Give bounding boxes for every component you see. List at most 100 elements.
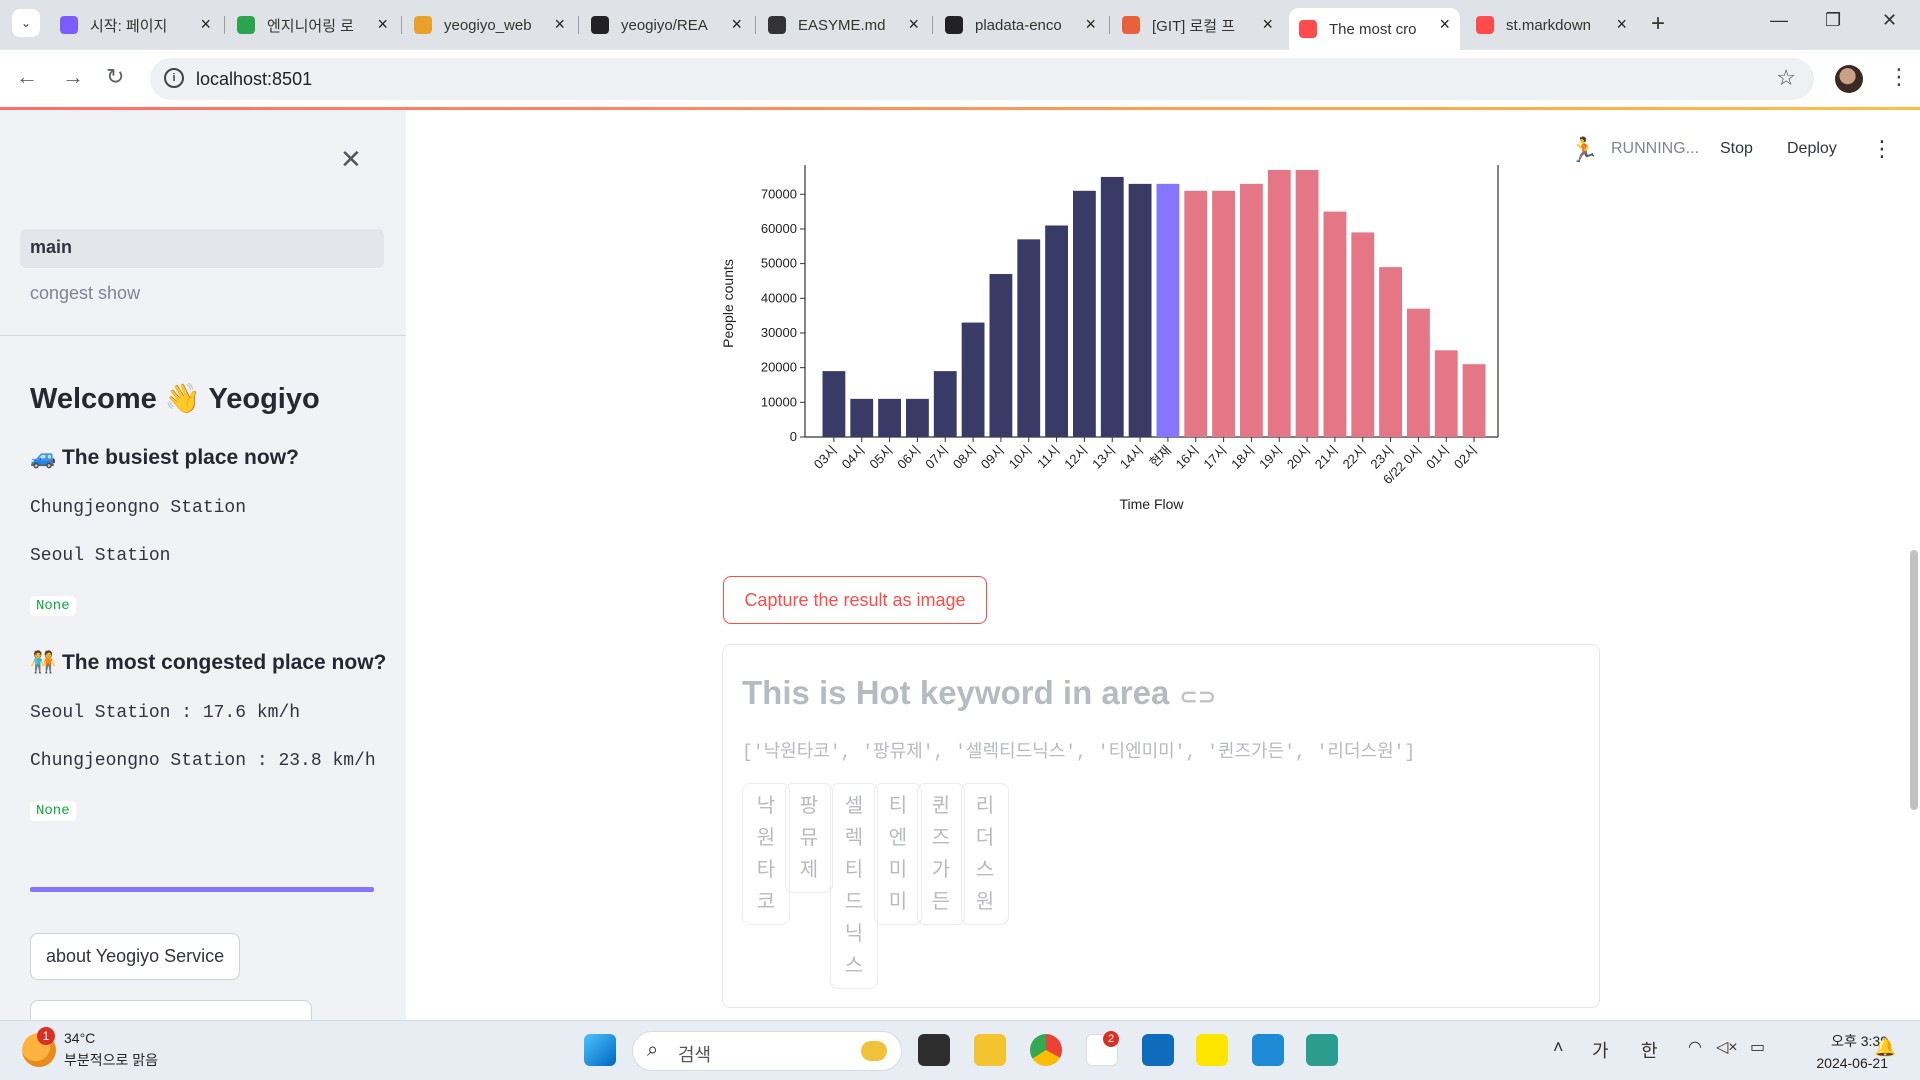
url-text[interactable]: localhost:8501 bbox=[196, 69, 312, 90]
tab-close-icon[interactable]: × bbox=[1085, 14, 1096, 35]
reload-icon[interactable]: ↻ bbox=[106, 64, 124, 90]
browser-tab[interactable]: The most cro × bbox=[1289, 8, 1460, 50]
x-tick-label: 02시 bbox=[1451, 443, 1480, 472]
anchor-link-icon[interactable]: ⊂⊃ bbox=[1179, 684, 1216, 709]
tab-favicon-icon bbox=[945, 16, 963, 34]
bar-03시 bbox=[822, 371, 846, 437]
tab-separator bbox=[401, 16, 402, 34]
bar-14시 bbox=[1128, 183, 1152, 437]
browser-tab[interactable]: pladata-enco × bbox=[935, 8, 1106, 42]
minimize-icon[interactable]: — bbox=[1770, 10, 1788, 31]
task-view-icon[interactable] bbox=[918, 1034, 950, 1066]
browser-tab[interactable]: yeogiyo_web × bbox=[404, 8, 575, 42]
tab-close-icon[interactable]: × bbox=[554, 14, 565, 35]
capture-image-button[interactable]: Capture the result as image bbox=[723, 576, 987, 624]
windows-start-icon[interactable] bbox=[584, 1034, 616, 1066]
bar-01시 bbox=[1434, 350, 1458, 437]
keyword-char: 리 bbox=[975, 795, 995, 817]
close-window-icon[interactable]: ✕ bbox=[1882, 10, 1897, 31]
profile-avatar[interactable] bbox=[1835, 65, 1863, 93]
notepad-icon[interactable] bbox=[1306, 1034, 1338, 1066]
people-count-chart: 01000020000300004000050000600007000003시0… bbox=[720, 165, 1499, 510]
tab-close-icon[interactable]: × bbox=[377, 14, 388, 35]
tab-close-icon[interactable]: × bbox=[731, 14, 742, 35]
browser-tab[interactable]: yeogiyo/REA × bbox=[581, 8, 752, 42]
chrome-icon[interactable] bbox=[1030, 1034, 1062, 1066]
file-explorer-icon[interactable] bbox=[974, 1034, 1006, 1066]
about-service-button[interactable]: about Yeogiyo Service bbox=[30, 933, 241, 980]
tab-close-icon[interactable]: × bbox=[1262, 14, 1273, 35]
y-tick-label: 70000 bbox=[761, 186, 797, 201]
ime-mode[interactable]: 가 bbox=[1592, 1037, 1609, 1063]
address-bar[interactable]: i localhost:8501 ☆ bbox=[150, 58, 1814, 100]
bookmark-star-icon[interactable]: ☆ bbox=[1776, 65, 1796, 91]
bar-06시 bbox=[906, 398, 929, 437]
forward-icon[interactable]: → bbox=[62, 64, 84, 90]
tab-close-icon[interactable]: × bbox=[1439, 14, 1450, 35]
battery-icon[interactable]: ▭ bbox=[1750, 1037, 1765, 1057]
busiest-item: Seoul Station bbox=[30, 546, 171, 566]
deploy-button[interactable]: Deploy bbox=[1787, 140, 1837, 158]
keyword-char: 팡 bbox=[799, 795, 819, 817]
keyword-char: 미 bbox=[888, 859, 908, 881]
nav-item-main[interactable]: main bbox=[20, 229, 384, 268]
bar-18시 bbox=[1240, 183, 1263, 437]
weather-temp[interactable]: 34°C bbox=[64, 1030, 95, 1046]
bar-08시 bbox=[961, 322, 985, 437]
y-tick-label: 0 bbox=[790, 429, 797, 444]
main-scrollbar[interactable] bbox=[1910, 550, 1918, 810]
stop-button[interactable]: Stop bbox=[1720, 140, 1753, 158]
weather-desc[interactable]: 부분적으로 맑음 bbox=[64, 1050, 158, 1070]
notification-bell-icon[interactable]: 🔔 bbox=[1874, 1037, 1896, 1058]
ime-language[interactable]: 한 bbox=[1641, 1037, 1658, 1063]
keyword-chip: 퀸즈가든 bbox=[917, 783, 965, 925]
restore-icon[interactable]: ❐ bbox=[1825, 10, 1841, 31]
browser-menu-icon[interactable]: ⋮ bbox=[1888, 64, 1910, 90]
x-tick-label: 22시 bbox=[1340, 443, 1369, 472]
sidebar-divider bbox=[0, 335, 406, 336]
bar-05시 bbox=[878, 398, 901, 437]
taskbar-clock[interactable]: 오후 3:39 2024-06-21 bbox=[1786, 1031, 1888, 1071]
wifi-icon[interactable]: ◠ bbox=[1688, 1037, 1702, 1057]
congested-heading: 🧑‍🤝‍🧑 The most congested place now? bbox=[30, 651, 387, 674]
keyword-char: 스 bbox=[844, 955, 864, 977]
sidebar-divider-purple bbox=[30, 887, 374, 892]
keyword-char: 퀸 bbox=[931, 795, 951, 817]
nav-item-congest-show[interactable]: congest show bbox=[20, 275, 384, 314]
site-info-icon[interactable]: i bbox=[164, 68, 184, 88]
keyword-char: 티 bbox=[888, 795, 908, 817]
clock-date: 2024-06-21 bbox=[1816, 1055, 1888, 1071]
close-sidebar-icon[interactable]: ✕ bbox=[340, 144, 362, 175]
keyword-char: 스 bbox=[975, 859, 995, 881]
tray-chevron-icon[interactable]: ˄ bbox=[1553, 1037, 1564, 1058]
congested-item: Chungjeongno Station : 23.8 km/h bbox=[30, 751, 376, 771]
tab-search-dropdown[interactable]: ⌄ bbox=[12, 9, 40, 37]
x-tick-label: 08시 bbox=[950, 443, 979, 472]
back-icon[interactable]: ← bbox=[16, 64, 38, 90]
browser-tab[interactable]: [GIT] 로컬 프 × bbox=[1112, 8, 1283, 42]
tab-close-icon[interactable]: × bbox=[908, 14, 919, 35]
outlook-icon[interactable] bbox=[1142, 1034, 1174, 1066]
keyword-char: 드 bbox=[844, 891, 864, 913]
main-menu-icon[interactable]: ⋮ bbox=[1871, 136, 1893, 162]
browser-tab[interactable]: EASYME.md × bbox=[758, 8, 929, 42]
taskbar-search[interactable]: ⌕ 검색 bbox=[632, 1031, 902, 1071]
busiest-item: Chungjeongno Station bbox=[30, 498, 247, 518]
browser-tab[interactable]: 시작: 페이지 × bbox=[50, 8, 221, 42]
tab-favicon-icon bbox=[237, 16, 255, 34]
browser-tab[interactable]: 엔지니어링 로 × bbox=[227, 8, 398, 42]
main-content: 🏃 RUNNING... Stop Deploy ⋮ 0 10000 20000 30… bbox=[406, 110, 1920, 1020]
x-tick-label: 09시 bbox=[978, 443, 1007, 472]
bar-21시 bbox=[1323, 211, 1347, 437]
bar-6/22 0시 bbox=[1407, 308, 1430, 437]
browser-tab[interactable]: st.markdown × bbox=[1466, 8, 1637, 42]
kakaotalk-icon[interactable] bbox=[1196, 1034, 1228, 1066]
sidebar-button-partial[interactable] bbox=[30, 1000, 312, 1020]
tab-close-icon[interactable]: × bbox=[200, 14, 211, 35]
tab-close-icon[interactable]: × bbox=[1616, 14, 1627, 35]
keyword-char: 원 bbox=[975, 891, 995, 913]
vscode-icon[interactable] bbox=[1252, 1034, 1284, 1066]
new-tab-button[interactable]: + bbox=[1651, 10, 1665, 38]
keyword-char: 제 bbox=[799, 859, 819, 881]
volume-muted-icon[interactable]: ◁× bbox=[1716, 1037, 1738, 1057]
